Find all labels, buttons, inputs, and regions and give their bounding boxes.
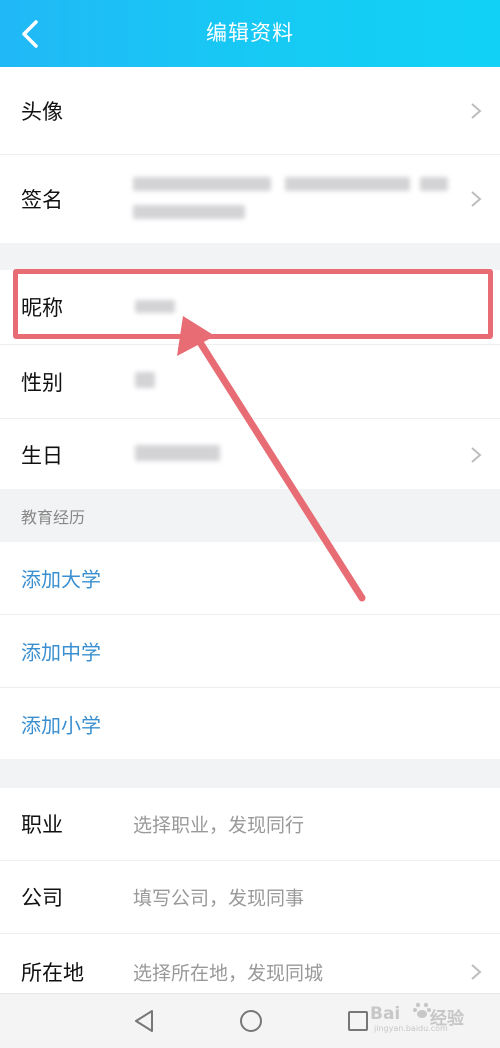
occupation-placeholder: 选择职业，发现同行	[133, 814, 305, 837]
basic-info-section: 昵称 性别 生日	[0, 270, 500, 489]
watermark-brand-a: Bai	[370, 1004, 401, 1024]
gender-value-redacted	[135, 372, 155, 388]
company-row[interactable]: 公司 填写公司，发现同事	[0, 861, 500, 934]
nickname-row[interactable]: 昵称	[0, 270, 500, 345]
nav-back-icon[interactable]	[130, 1006, 160, 1036]
watermark-domain: jingyan.baidu.com	[374, 1024, 448, 1033]
location-label: 所在地	[21, 961, 84, 985]
chevron-right-icon	[471, 191, 482, 207]
work-section: 职业 选择职业，发现同行 公司 填写公司，发现同事 所在地 选择所在地，发现同城	[0, 788, 500, 993]
gender-label: 性别	[21, 370, 63, 395]
add-university-row[interactable]: 添加大学	[0, 542, 500, 615]
birthday-label: 生日	[21, 443, 63, 468]
add-middle-school-row[interactable]: 添加中学	[0, 615, 500, 688]
avatar-label: 头像	[21, 99, 63, 124]
gender-row[interactable]: 性别	[0, 345, 500, 419]
location-row[interactable]: 所在地 选择所在地，发现同城	[0, 934, 500, 994]
avatar-row[interactable]: 头像	[0, 67, 500, 155]
birthday-value-redacted	[135, 445, 220, 461]
add-university-link[interactable]: 添加大学	[21, 564, 101, 593]
add-primary-school-link[interactable]: 添加小学	[21, 710, 101, 739]
education-section: 添加大学 添加中学 添加小学	[0, 542, 500, 759]
page-title: 编辑资料	[206, 21, 294, 45]
education-section-title: 教育经历	[21, 507, 86, 527]
add-primary-school-row[interactable]: 添加小学	[0, 688, 500, 760]
nickname-value-redacted	[135, 300, 175, 313]
nav-recent-icon[interactable]	[343, 1006, 373, 1036]
occupation-row[interactable]: 职业 选择职业，发现同行	[0, 788, 500, 861]
nickname-label: 昵称	[21, 296, 63, 320]
birthday-row[interactable]: 生日	[0, 419, 500, 490]
location-placeholder: 选择所在地，发现同城	[133, 962, 324, 985]
company-label: 公司	[21, 886, 63, 910]
baidu-paw-icon	[413, 1002, 431, 1018]
signature-label: 签名	[21, 188, 63, 212]
education-section-header: 教育经历	[0, 489, 500, 542]
nav-home-icon[interactable]	[236, 1006, 266, 1036]
chevron-right-icon	[471, 102, 482, 119]
occupation-label: 职业	[21, 813, 63, 837]
top-app-bar: 编辑资料	[0, 0, 500, 67]
chevron-right-icon	[471, 446, 482, 463]
company-placeholder: 填写公司，发现同事	[133, 887, 305, 910]
signature-row[interactable]: 签名	[0, 155, 500, 243]
baidu-watermark: Bai 经验 jingyan.baidu.com	[370, 998, 480, 1038]
add-middle-school-link[interactable]: 添加中学	[21, 637, 101, 666]
profile-section: 头像 签名	[0, 67, 500, 243]
chevron-right-icon	[471, 964, 482, 980]
